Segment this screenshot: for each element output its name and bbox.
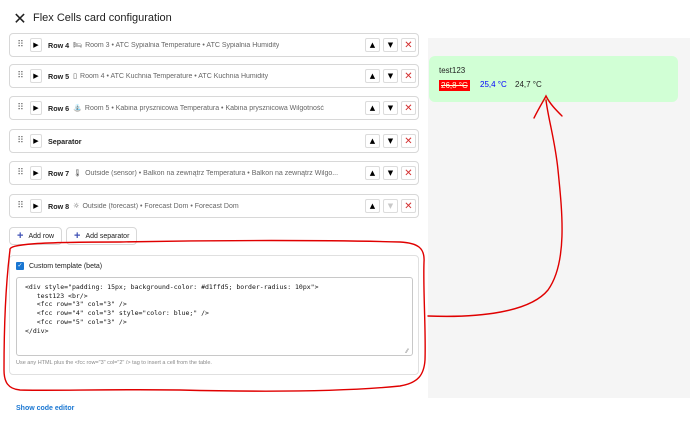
delete-row-button[interactable]: ✕ [401, 101, 416, 115]
row-label: Row 8 [48, 201, 70, 211]
row-label: Row 7 [48, 168, 70, 178]
preview-cell: 26,8 °C [439, 80, 470, 91]
row-label: Row 4 [48, 40, 70, 50]
checkbox-checked-icon[interactable]: ✓ [16, 262, 24, 270]
row-description: Room 3 • ATC Sypialnia Temperature • ATC… [85, 41, 280, 49]
row-item[interactable]: ⠿ ▶ Row 6 ⛲ Room 5 • Kabina prysznicowa … [9, 96, 419, 120]
row-description: Outside (forecast) • Forecast Dom • Fore… [82, 202, 239, 210]
expand-icon[interactable]: ▶ [30, 199, 42, 213]
expand-icon[interactable]: ▶ [30, 69, 42, 83]
drag-handle-icon[interactable]: ⠿ [10, 40, 30, 50]
drag-handle-icon[interactable]: ⠿ [10, 136, 30, 146]
add-row-button[interactable]: + Add row [9, 227, 63, 245]
delete-row-button[interactable]: ✕ [401, 199, 416, 213]
delete-row-button[interactable]: ✕ [401, 134, 416, 148]
fridge-icon: ▯ [73, 72, 78, 80]
row-item[interactable]: ⠿ ▶ Row 7 🌡 Outside (sensor) • Balkon na… [9, 161, 419, 185]
move-up-button[interactable]: ▲ [365, 199, 380, 213]
row-item[interactable]: ⠿ ▶ Row 8 ☼ Outside (forecast) • Forecas… [9, 194, 419, 218]
move-up-button[interactable]: ▲ [365, 134, 380, 148]
bed-icon: 🛏 [73, 41, 83, 49]
row-item[interactable]: ⠿ ▶ Row 4 🛏 Room 3 • ATC Sypialnia Tempe… [9, 33, 419, 57]
custom-template-section: ✓ Custom template (beta) <div style="pad… [9, 255, 419, 375]
checkbox-label: Custom template (beta) [29, 262, 103, 270]
preview-card-title: test123 [439, 66, 466, 75]
close-icon[interactable]: ✕ [12, 11, 28, 27]
row-description: Room 5 • Kabina prysznicowa Temperatura … [84, 104, 324, 112]
template-hint: Use any HTML plus the <fcc row="3" col="… [16, 360, 212, 366]
add-row-label: Add row [28, 232, 55, 240]
preview-cell: 24,7 °C [515, 80, 542, 89]
move-down-button: ▼ [383, 199, 398, 213]
drag-handle-icon[interactable]: ⠿ [10, 168, 30, 178]
drag-handle-icon[interactable]: ⠿ [10, 201, 30, 211]
move-down-button[interactable]: ▼ [383, 166, 398, 180]
dialog-title: Flex Cells card configuration [33, 12, 172, 24]
row-label: Row 6 [48, 103, 70, 113]
move-up-button[interactable]: ▲ [365, 38, 380, 52]
expand-icon[interactable]: ▶ [30, 101, 42, 115]
delete-row-button[interactable]: ✕ [401, 38, 416, 52]
separator-label: Separator [48, 136, 82, 146]
move-up-button[interactable]: ▲ [365, 69, 380, 83]
show-code-editor-link[interactable]: Show code editor [16, 405, 74, 412]
move-down-button[interactable]: ▼ [383, 134, 398, 148]
expand-icon[interactable]: ▶ [30, 38, 42, 52]
delete-row-button[interactable]: ✕ [401, 69, 416, 83]
row-item[interactable]: ⠿ ▶ Row 5 ▯ Room 4 • ATC Kuchnia Tempera… [9, 64, 419, 88]
expand-icon[interactable]: ▶ [30, 166, 42, 180]
thermometer-icon: 🌡 [73, 169, 83, 177]
weather-sun-icon: ☼ [73, 202, 80, 210]
move-down-button[interactable]: ▼ [383, 38, 398, 52]
row-description: Room 4 • ATC Kuchnia Temperature • ATC K… [80, 72, 269, 80]
row-label: Row 5 [48, 71, 70, 81]
template-textarea[interactable]: <div style="padding: 15px; background-co… [16, 277, 413, 356]
plus-icon: + [74, 230, 81, 242]
separator-item[interactable]: ⠿ ▶ Separator ▲ ▼ ✕ [9, 129, 419, 153]
drag-handle-icon[interactable]: ⠿ [10, 103, 30, 113]
move-up-button[interactable]: ▲ [365, 166, 380, 180]
custom-template-toggle[interactable]: ✓ Custom template (beta) [16, 262, 102, 270]
shower-icon: ⛲ [73, 104, 82, 112]
expand-icon[interactable]: ▶ [30, 134, 42, 148]
row-description: Outside (sensor) • Balkon na zewnątrz Te… [85, 169, 339, 177]
move-down-button[interactable]: ▼ [383, 69, 398, 83]
preview-card: test123 26,8 °C 25,4 °C 24,7 °C [429, 56, 678, 102]
move-down-button[interactable]: ▼ [383, 101, 398, 115]
add-separator-label: Add separator [85, 232, 130, 240]
add-separator-button[interactable]: + Add separator [66, 227, 138, 245]
move-up-button[interactable]: ▲ [365, 101, 380, 115]
delete-row-button[interactable]: ✕ [401, 166, 416, 180]
plus-icon: + [17, 230, 24, 242]
preview-cell: 25,4 °C [480, 80, 507, 89]
resize-handle-icon[interactable]: ⁄⁄ [406, 348, 408, 355]
drag-handle-icon[interactable]: ⠿ [10, 71, 30, 81]
